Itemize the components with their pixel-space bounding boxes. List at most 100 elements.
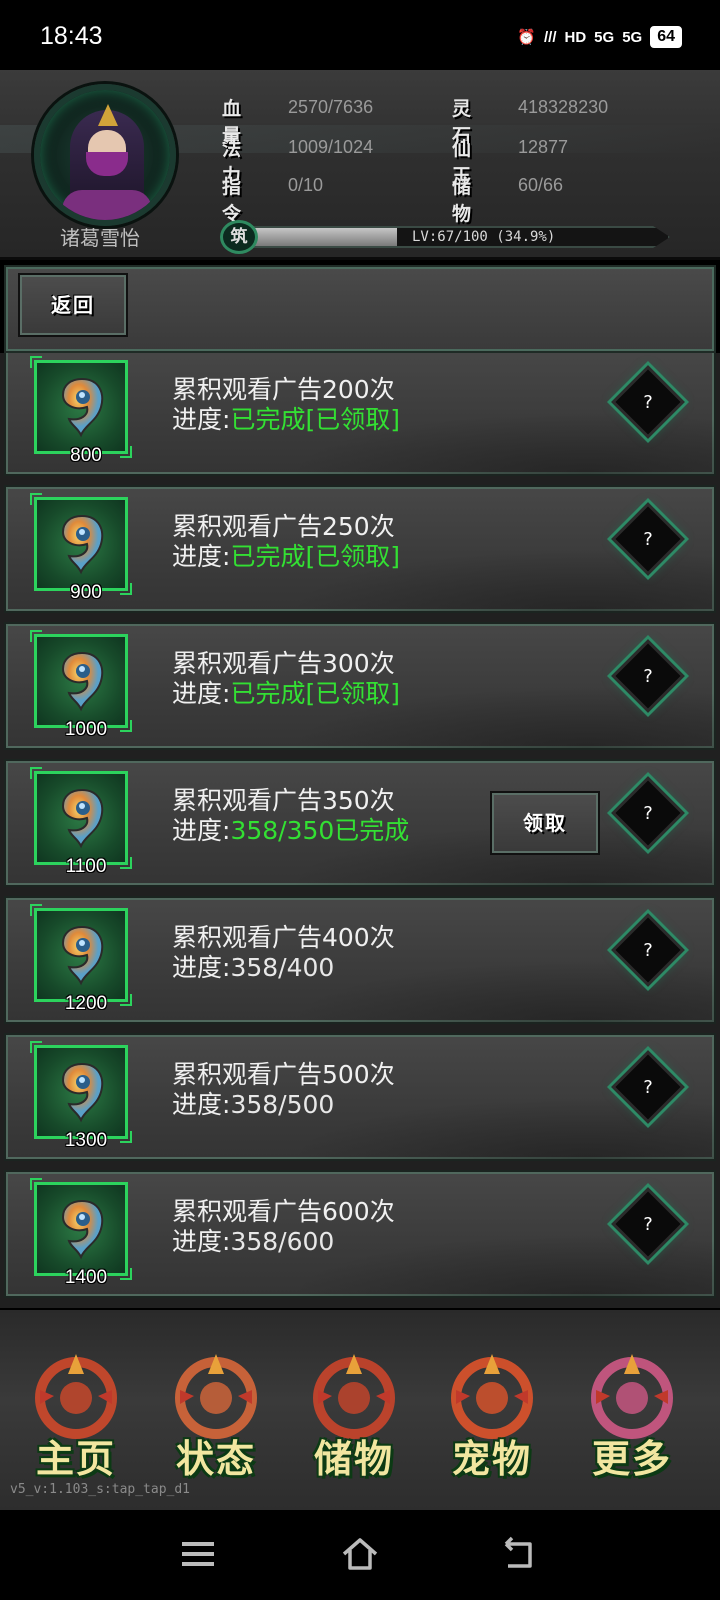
task-row: 1100 累积观看广告350次 进度:358/350已完成 领取 ? — [4, 759, 716, 887]
progress-value: 358/500 — [230, 1090, 335, 1119]
help-icon: ? — [643, 529, 653, 550]
progress-value: 已完成[已领取] — [230, 405, 400, 434]
task-progress: 进度:358/500 — [172, 1085, 334, 1121]
status-icons: ⏰ /// HD 5G 5G 64 — [517, 26, 682, 48]
task-progress: 进度:358/350已完成 — [172, 811, 409, 847]
progress-value: 358/350已完成 — [230, 816, 410, 845]
bottom-nav: 主页 状态 储物 宠物 更多 — [0, 1310, 720, 1510]
battery-icon: 64 — [650, 26, 682, 48]
help-icon: ? — [643, 666, 653, 687]
progress-value: 358/400 — [230, 953, 335, 982]
reward-count: 1100 — [65, 856, 107, 877]
reward-icon-frame[interactable]: 1100 — [30, 767, 132, 877]
nav-label: 更多 — [591, 1436, 672, 1481]
spirit-jade-icon — [61, 788, 104, 849]
signal-icon-2: 5G — [622, 28, 643, 46]
reward-count: 1200 — [64, 993, 108, 1014]
alarm-icon: ⏰ — [517, 29, 536, 46]
progress-value: 358/600 — [230, 1227, 335, 1256]
system-nav-bar — [0, 1510, 720, 1600]
nav-label: 状态 — [175, 1436, 256, 1481]
nav-label: 宠物 — [451, 1436, 532, 1481]
hd-icon: HD — [564, 28, 587, 46]
progress-prefix: 进度: — [172, 542, 231, 571]
spirit-jade-icon — [61, 1199, 104, 1260]
reward-icon-frame[interactable]: 900 — [30, 493, 132, 603]
stat-value: 1009/1024 — [288, 137, 374, 157]
reward-count: 1000 — [64, 719, 108, 740]
task-row: 800 累积观看广告200次 进度:已完成[已领取] ? — [4, 353, 716, 476]
nav-item[interactable]: 宠物 — [432, 1350, 552, 1481]
nav-label: 储物 — [313, 1436, 394, 1481]
stat-value: 12877 — [518, 137, 569, 157]
avatar[interactable] — [34, 84, 176, 226]
nav-item[interactable]: 更多 — [572, 1350, 692, 1481]
reward-icon-frame[interactable]: 1000 — [30, 630, 132, 740]
stat-value: 60/66 — [518, 175, 564, 195]
progress-prefix: 进度: — [172, 405, 231, 434]
status-bar: 18:43 ⏰ /// HD 5G 5G 64 — [0, 0, 720, 70]
player-header: 诸葛雪怡 血量 2570/7636 灵石 418328230 法力 1009/1… — [0, 70, 720, 260]
version-label: v5_v:1.103_s:tap_tap_d1 — [10, 1482, 191, 1497]
menu-icon[interactable] — [176, 1532, 220, 1576]
back-icon[interactable] — [496, 1532, 540, 1576]
reward-count: 900 — [70, 582, 102, 603]
spirit-jade-icon — [61, 651, 104, 712]
task-progress: 进度:358/600 — [172, 1222, 334, 1258]
progress-prefix: 进度: — [172, 679, 231, 708]
spirit-jade-icon — [61, 514, 104, 575]
task-row: 1300 累积观看广告500次 进度:358/500 ? — [4, 1033, 716, 1161]
reward-count: 1400 — [64, 1267, 108, 1288]
task-progress: 进度:已完成[已领取] — [172, 674, 400, 710]
nav-item[interactable]: 状态 — [156, 1350, 276, 1481]
reward-count: 1300 — [64, 1130, 108, 1151]
nav-label: 主页 — [35, 1436, 116, 1481]
task-progress: 进度:已完成[已领取] — [172, 537, 400, 573]
help-icon: ? — [643, 392, 653, 413]
help-icon: ? — [643, 1077, 653, 1098]
stat-label: 储物 — [452, 176, 476, 225]
stat-value: 2570/7636 — [288, 97, 374, 117]
nav-item[interactable]: 主页 — [16, 1350, 136, 1481]
nav-item[interactable]: 储物 — [294, 1350, 414, 1481]
task-progress: 进度:358/400 — [172, 948, 334, 984]
task-row: 1200 累积观看广告400次 进度:358/400 ? — [4, 896, 716, 1024]
top-action-row: 返回 — [4, 265, 716, 353]
progress-prefix: 进度: — [172, 953, 231, 982]
progress-value: 已完成[已领取] — [230, 542, 400, 571]
stat-value: 0/10 — [288, 175, 324, 195]
signal-icon-1: 5G — [594, 28, 615, 46]
progress-value: 已完成[已领取] — [230, 679, 400, 708]
player-name: 诸葛雪怡 — [60, 226, 140, 250]
exp-text: LV:67/100 (34.9%) — [412, 229, 556, 245]
task-row: 900 累积观看广告250次 进度:已完成[已领取] ? — [4, 485, 716, 613]
reward-icon-frame[interactable]: 1300 — [30, 1041, 132, 1151]
spirit-jade-icon — [61, 1062, 104, 1123]
reward-icon-frame[interactable]: 1200 — [30, 904, 132, 1014]
stat-value: 418328230 — [518, 97, 609, 117]
progress-prefix: 进度: — [172, 816, 231, 845]
reward-count: 800 — [70, 445, 102, 466]
reward-icon-frame[interactable]: 800 — [30, 356, 132, 466]
exp-track: LV:67/100 (34.9%) — [250, 226, 670, 248]
progress-prefix: 进度: — [172, 1227, 231, 1256]
task-row: 1400 累积观看广告600次 进度:358/600 ? — [4, 1170, 716, 1298]
progress-prefix: 进度: — [172, 1090, 231, 1119]
stat-label: 指令 — [222, 176, 246, 225]
task-list[interactable]: 800 累积观看广告200次 进度:已完成[已领取] ? 900 累积观看广告2… — [0, 353, 720, 1308]
home-icon[interactable] — [338, 1532, 382, 1576]
spirit-jade-icon — [61, 925, 104, 986]
clock: 18:43 — [40, 22, 103, 50]
network-speed-icon: /// — [543, 28, 557, 46]
task-progress: 进度:已完成[已领取] — [172, 400, 400, 436]
reward-icon-frame[interactable]: 1400 — [30, 1178, 132, 1288]
experience-bar: LV:67/100 (34.9%) 筑 — [220, 220, 690, 254]
task-row: 1000 累积观看广告300次 进度:已完成[已领取] ? — [4, 622, 716, 750]
help-icon: ? — [643, 940, 653, 961]
help-icon: ? — [643, 803, 653, 824]
claim-button[interactable]: 领取 — [490, 791, 600, 855]
exp-fill — [252, 228, 398, 246]
realm-badge: 筑 — [220, 220, 258, 254]
back-button[interactable]: 返回 — [18, 273, 128, 337]
help-icon: ? — [643, 1214, 653, 1235]
